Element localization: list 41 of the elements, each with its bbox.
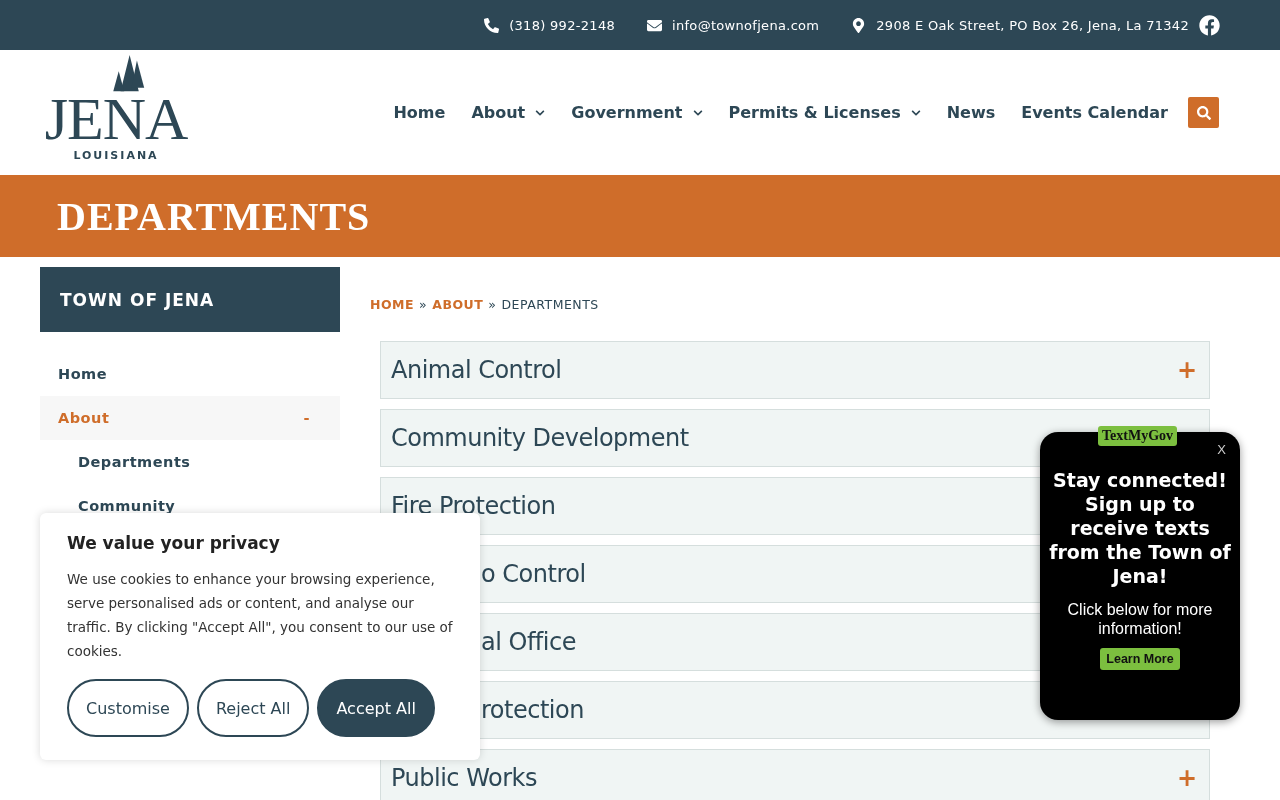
envelope-icon bbox=[647, 17, 663, 33]
breadcrumb-text: DEPARTMENTS bbox=[501, 296, 599, 312]
nav-link[interactable]: News bbox=[946, 103, 996, 122]
email-link[interactable]: info@townofjena.com bbox=[672, 17, 820, 33]
accordion-item[interactable]: Animal Control + bbox=[380, 341, 1210, 399]
breadcrumb-link[interactable]: ABOUT bbox=[432, 296, 484, 312]
search-icon bbox=[1196, 105, 1211, 120]
logo-name[interactable]: JENA bbox=[44, 89, 188, 149]
map-pin-icon bbox=[851, 17, 867, 33]
breadcrumb-link[interactable]: HOME bbox=[370, 296, 415, 312]
breadcrumb-separator: » bbox=[488, 296, 497, 312]
breadcrumb-separator: » bbox=[419, 296, 428, 312]
search-button[interactable] bbox=[1188, 97, 1219, 128]
logo-subtitle: LOUISIANA bbox=[73, 149, 159, 162]
cookie-title: We value your privacy bbox=[67, 533, 281, 553]
phone-number[interactable]: (318) 992-2148 bbox=[509, 17, 616, 33]
accordion-title: Public Works bbox=[391, 764, 537, 792]
close-button[interactable]: X bbox=[1217, 442, 1226, 457]
sidebar-item[interactable]: Home bbox=[40, 352, 340, 396]
accordion-title: al Office bbox=[481, 628, 576, 656]
cookie-button[interactable]: Reject All bbox=[196, 679, 310, 737]
nav-link[interactable]: Home bbox=[393, 103, 446, 122]
accordion-title: Community Development bbox=[391, 424, 689, 452]
brand-badge: TextMyGov bbox=[1098, 426, 1178, 446]
accordion-title: Animal Control bbox=[391, 356, 562, 384]
nav-link[interactable]: Government bbox=[571, 103, 703, 122]
nav-link[interactable]: Permits & Licenses bbox=[728, 103, 921, 122]
phone-icon bbox=[484, 17, 500, 33]
facebook-icon[interactable] bbox=[1199, 14, 1220, 36]
sidebar-title: TOWN OF JENA bbox=[40, 267, 340, 332]
nav-link[interactable]: About bbox=[471, 103, 546, 122]
accordion-title: o Control bbox=[481, 560, 586, 588]
cookie-button[interactable]: Customise bbox=[67, 679, 189, 737]
nav-link[interactable]: Events Calendar bbox=[1021, 103, 1168, 122]
address-text: 2908 E Oak Street, PO Box 26, Jena, La 71342 bbox=[876, 17, 1189, 33]
learn-more-button[interactable]: Learn More bbox=[1100, 648, 1180, 670]
sidebar-item[interactable]: Departments bbox=[40, 440, 340, 484]
accept-button[interactable]: Accept All bbox=[317, 679, 435, 737]
accordion-title: rotection bbox=[481, 696, 584, 724]
page-title: DEPARTMENTS bbox=[57, 192, 371, 240]
accordion-item[interactable]: Public Works + bbox=[380, 749, 1210, 800]
